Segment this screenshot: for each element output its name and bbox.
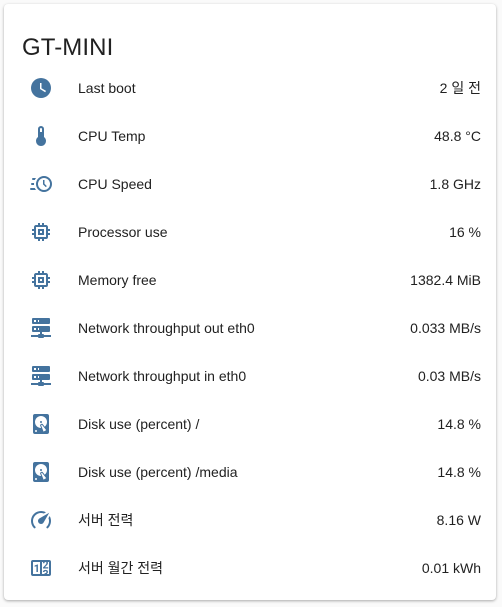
entity-row-processor-use[interactable]: Processor use 16 % bbox=[4, 208, 496, 256]
entity-label: Disk use (percent) / bbox=[78, 416, 200, 432]
entity-row-server-monthly-power[interactable]: 서버 월간 전력 0.01 kWh bbox=[4, 544, 496, 592]
entity-value: 0.03 MB/s bbox=[417, 368, 481, 384]
entity-value: 1.8 GHz bbox=[429, 176, 481, 192]
entity-label: Processor use bbox=[78, 224, 168, 240]
chip-icon bbox=[29, 268, 53, 292]
thermometer-icon bbox=[29, 124, 53, 148]
entities-card: GT-MINI Last boot 2 일 전 CPU Temp 48.8 °C… bbox=[4, 4, 496, 600]
entity-row-server-power[interactable]: 서버 전력 8.16 W bbox=[4, 496, 496, 544]
entity-value: 0.033 MB/s bbox=[410, 320, 481, 336]
entity-label: CPU Temp bbox=[78, 128, 146, 144]
speedometer-clock-icon bbox=[29, 172, 53, 196]
entity-row-cpu-temp[interactable]: CPU Temp 48.8 °C bbox=[4, 112, 496, 160]
entity-label: CPU Speed bbox=[78, 176, 152, 192]
entity-row-memory-free[interactable]: Memory free 1382.4 MiB bbox=[4, 256, 496, 304]
clock-icon bbox=[29, 76, 53, 100]
entity-value: 2 일 전 bbox=[439, 80, 481, 96]
entity-value: 14.8 % bbox=[437, 464, 481, 480]
server-network-icon bbox=[29, 316, 53, 340]
entity-label: Last boot bbox=[78, 80, 136, 96]
entity-value: 8.16 W bbox=[436, 512, 481, 528]
entity-row-disk-media[interactable]: Disk use (percent) /media 14.8 % bbox=[4, 448, 496, 496]
entity-label: Disk use (percent) /media bbox=[78, 464, 238, 480]
entity-list: Last boot 2 일 전 CPU Temp 48.8 °C CPU Spe… bbox=[4, 64, 496, 592]
entity-label: Memory free bbox=[78, 272, 157, 288]
server-network-icon bbox=[29, 364, 53, 388]
entity-label: 서버 월간 전력 bbox=[78, 560, 164, 576]
entity-row-network-out[interactable]: Network throughput out eth0 0.033 MB/s bbox=[4, 304, 496, 352]
entity-value: 1382.4 MiB bbox=[410, 272, 481, 288]
entity-label: Network throughput out eth0 bbox=[78, 320, 255, 336]
entity-value: 0.01 kWh bbox=[421, 560, 481, 576]
entity-value: 14.8 % bbox=[437, 416, 481, 432]
chip-icon bbox=[29, 220, 53, 244]
entity-label: 서버 전력 bbox=[78, 512, 134, 528]
card-title: GT-MINI bbox=[22, 34, 114, 61]
entity-label: Network throughput in eth0 bbox=[78, 368, 247, 384]
gauge-icon bbox=[29, 508, 53, 532]
entity-value: 48.8 °C bbox=[434, 128, 481, 144]
entity-row-last-boot[interactable]: Last boot 2 일 전 bbox=[4, 64, 496, 112]
counter-icon bbox=[29, 556, 53, 580]
harddisk-icon bbox=[29, 460, 53, 484]
entity-row-disk-root[interactable]: Disk use (percent) / 14.8 % bbox=[4, 400, 496, 448]
harddisk-icon bbox=[29, 412, 53, 436]
entity-row-cpu-speed[interactable]: CPU Speed 1.8 GHz bbox=[4, 160, 496, 208]
entity-value: 16 % bbox=[449, 224, 481, 240]
entity-row-network-in[interactable]: Network throughput in eth0 0.03 MB/s bbox=[4, 352, 496, 400]
